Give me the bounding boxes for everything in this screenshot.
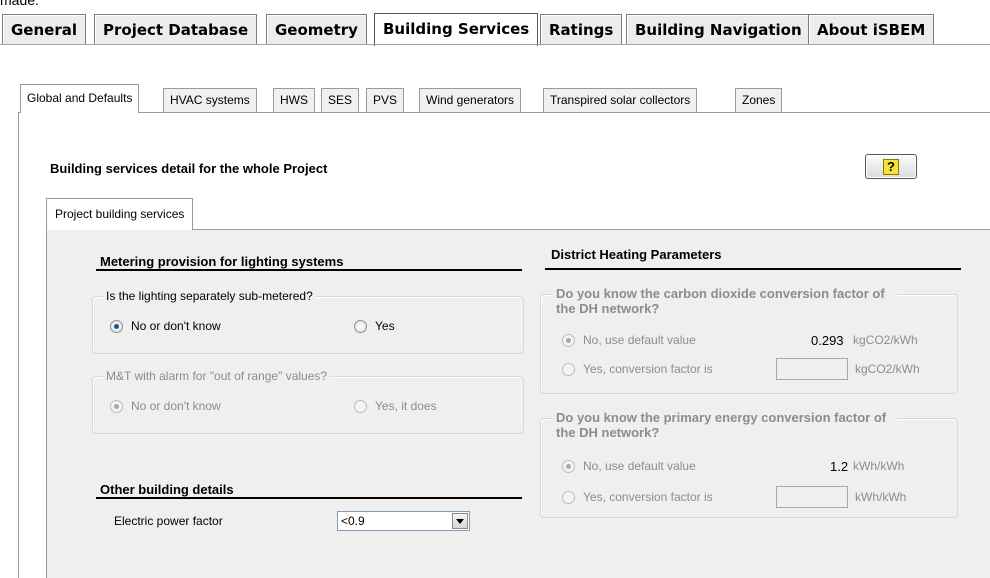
subtab-hws[interactable]: HWS (273, 88, 315, 112)
power-factor-select[interactable]: <0.9 (337, 511, 470, 531)
district-heating-heading: District Heating Parameters (551, 247, 722, 262)
radio-button[interactable] (562, 490, 575, 504)
subtab-global-defaults[interactable]: Global and Defaults (20, 84, 140, 113)
chevron-down-icon (456, 518, 464, 524)
pe-default-value: 1.2 (830, 459, 849, 474)
pe-default-option[interactable]: No, use default value (562, 459, 696, 473)
dropdown-button[interactable] (452, 513, 468, 529)
subtab-ses[interactable]: SES (321, 88, 360, 112)
option-label: Yes (375, 319, 395, 333)
tab-about-isbem[interactable]: About iSBEM (808, 14, 935, 44)
tab-general[interactable]: General (2, 14, 86, 44)
co2-unit: kgCO2/kWh (853, 333, 918, 347)
radio-button[interactable] (562, 362, 575, 376)
subtab-transpired-solar[interactable]: Transpired solar collectors (543, 88, 698, 112)
option-label: Yes, conversion factor is (583, 490, 713, 504)
subtab-wind-generators[interactable]: Wind generators (419, 88, 522, 112)
radio-button[interactable] (354, 319, 367, 333)
pe-question: Do you know the primary energy conversio… (552, 410, 897, 440)
radio-button[interactable] (562, 459, 575, 473)
option-label: Yes, it does (375, 399, 437, 413)
power-factor-value: <0.9 (341, 514, 365, 528)
option-label: No, use default value (583, 459, 696, 473)
subtab-pvs[interactable]: PVS (366, 88, 405, 112)
mt-alarm-no-option[interactable]: No or don't know (110, 399, 221, 413)
other-details-heading: Other building details (100, 482, 234, 497)
radio-button[interactable] (562, 333, 575, 347)
other-details-heading-line (96, 497, 522, 499)
co2-question: Do you know the carbon dioxide conversio… (552, 286, 897, 316)
submetered-no-option[interactable]: No or don't know (110, 319, 221, 333)
option-label: Yes, conversion factor is (583, 362, 713, 376)
district-heating-heading-line (545, 268, 961, 270)
tab-building-services[interactable]: Building Services (374, 13, 539, 46)
radio-button[interactable] (354, 399, 367, 413)
co2-unit-custom: kgCO2/kWh (855, 362, 920, 376)
pe-unit: kWh/kWh (853, 459, 905, 473)
section-title: Building services detail for the whole P… (50, 161, 328, 176)
tab-geometry[interactable]: Geometry (266, 14, 367, 44)
subtab-hvac-systems[interactable]: HVAC systems (163, 88, 257, 112)
help-button[interactable]: ? (865, 154, 917, 179)
pe-factor-input[interactable] (776, 486, 848, 508)
metering-heading-line (96, 269, 522, 271)
main-tab-bar: General Project Database Geometry Buildi… (2, 13, 990, 46)
tab-ratings[interactable]: Ratings (540, 14, 623, 44)
main-tab-underline (0, 44, 990, 45)
tab-project-database[interactable]: Project Database (94, 14, 258, 44)
co2-custom-option[interactable]: Yes, conversion factor is (562, 362, 713, 376)
co2-default-value: 0.293 (811, 333, 844, 348)
power-factor-label: Electric power factor (114, 514, 223, 528)
metering-heading: Metering provision for lighting systems (100, 254, 344, 269)
radio-button[interactable] (110, 319, 123, 333)
pe-custom-option[interactable]: Yes, conversion factor is (562, 490, 713, 504)
co2-default-option[interactable]: No, use default value (562, 333, 696, 347)
option-label: No or don't know (131, 319, 221, 333)
help-icon: ? (883, 158, 899, 175)
mt-alarm-question: M&T with alarm for "out of range" values… (103, 369, 331, 383)
subtab-zones[interactable]: Zones (735, 88, 783, 112)
co2-factor-input[interactable] (776, 358, 848, 380)
submetered-question: Is the lighting separately sub-metered? (103, 289, 316, 303)
cut-text: made. (0, 0, 39, 8)
mt-alarm-yes-option[interactable]: Yes, it does (354, 399, 437, 413)
option-label: No or don't know (131, 399, 221, 413)
submetered-yes-option[interactable]: Yes (354, 319, 395, 333)
tab-building-navigation[interactable]: Building Navigation (626, 14, 811, 44)
option-label: No, use default value (583, 333, 696, 347)
radio-button[interactable] (110, 399, 123, 413)
pe-unit-custom: kWh/kWh (855, 490, 907, 504)
tab-project-building-services[interactable]: Project building services (46, 198, 194, 230)
